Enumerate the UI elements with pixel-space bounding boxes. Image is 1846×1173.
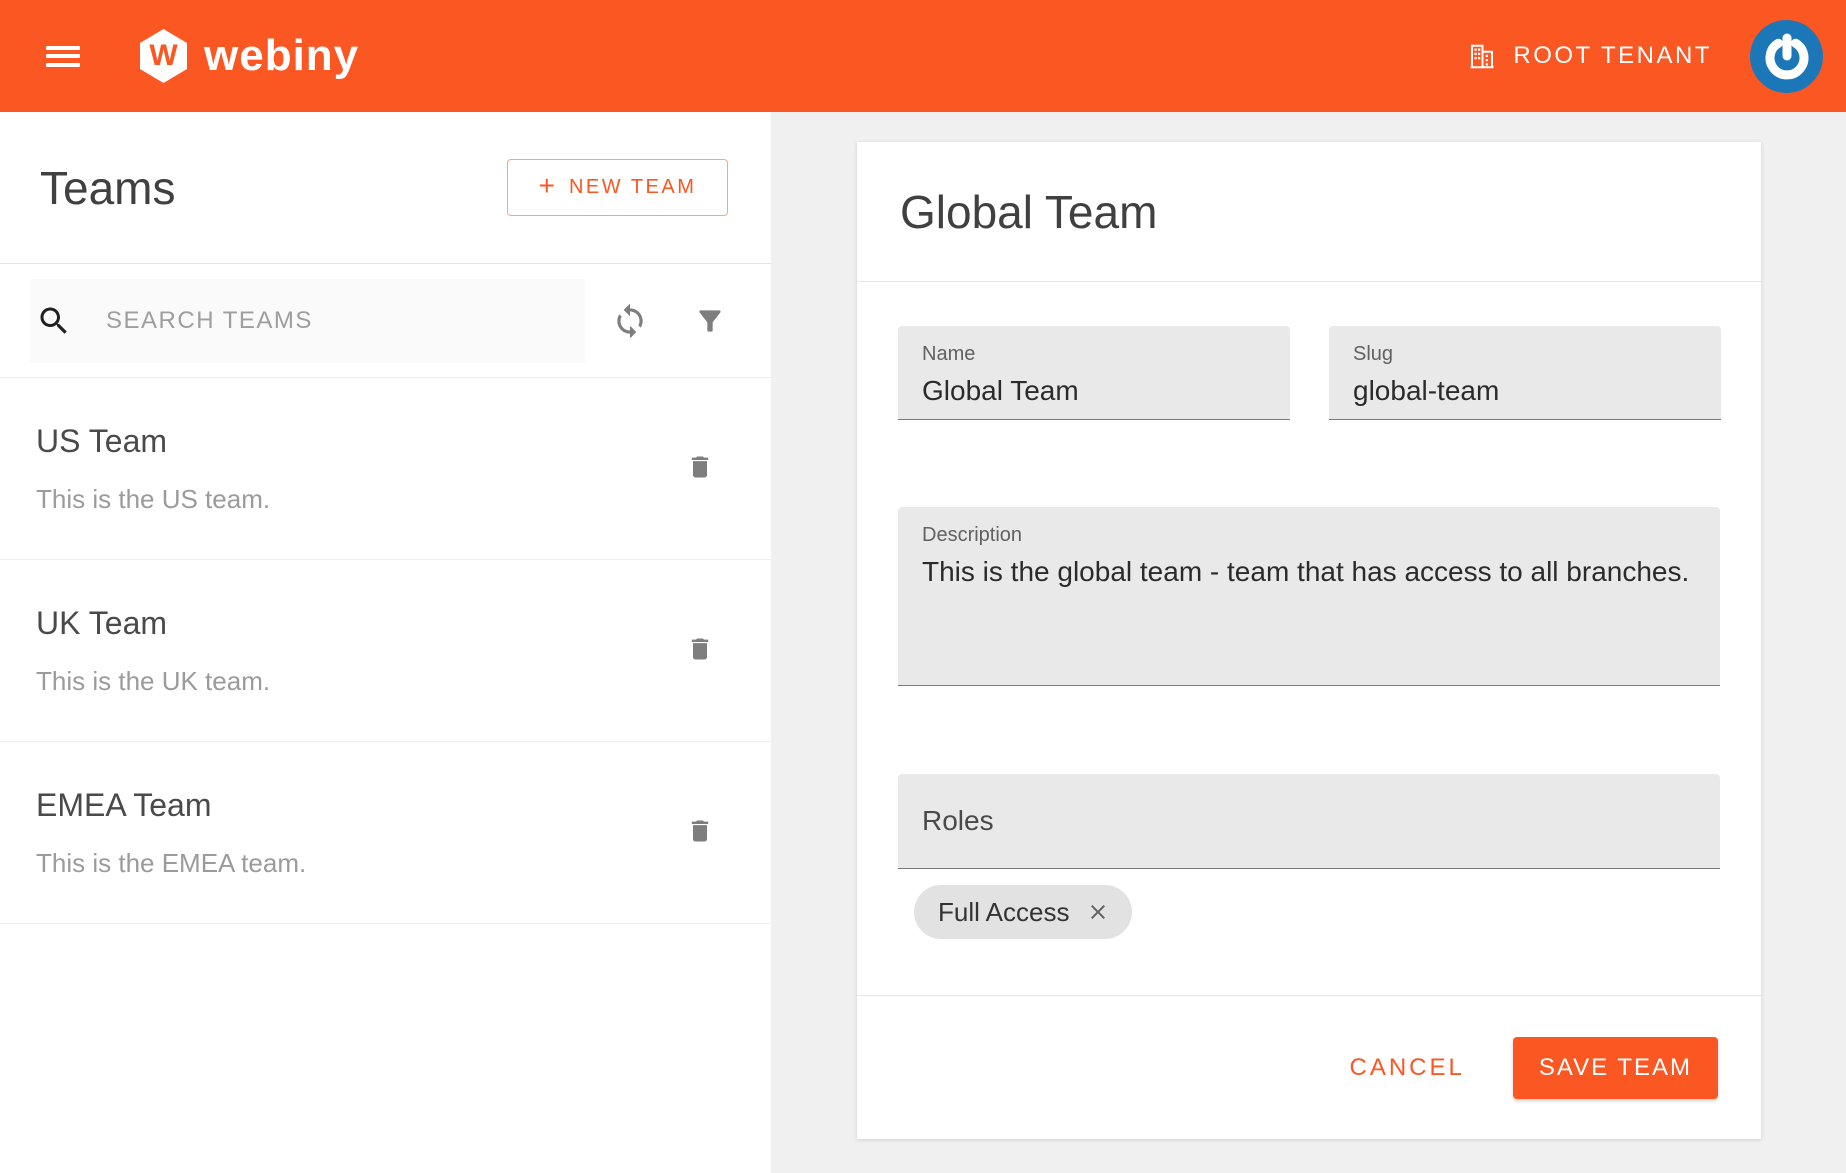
roles-field[interactable]: Roles [898, 774, 1720, 869]
delete-team-button[interactable] [680, 808, 720, 857]
search-input[interactable] [30, 279, 585, 363]
new-team-button[interactable]: + NEW TEAM [507, 159, 728, 216]
trash-icon [686, 814, 714, 848]
top-app-bar: W webiny ROOT TENANT [0, 0, 1846, 112]
save-team-button[interactable]: SAVE TEAM [1513, 1037, 1718, 1099]
team-item-text: UK Team This is the UK team. [36, 605, 680, 697]
slug-field-label: Slug [1353, 343, 1697, 366]
webiny-hexagon-letter: W [149, 39, 177, 73]
close-icon [1086, 900, 1110, 924]
team-list: US Team This is the US team. UK Team Thi… [0, 378, 771, 924]
team-description: This is the US team. [36, 484, 680, 515]
team-item-text: US Team This is the US team. [36, 423, 680, 515]
refresh-button[interactable] [606, 297, 654, 345]
team-item-text: EMEA Team This is the EMEA team. [36, 787, 680, 879]
role-chip-full-access[interactable]: Full Access [914, 885, 1132, 939]
slug-field-value: global-team [1353, 375, 1697, 407]
filter-icon [694, 305, 726, 337]
description-field[interactable]: Description This is the global team - te… [898, 507, 1720, 686]
description-field-label: Description [922, 524, 1696, 547]
team-name: EMEA Team [36, 787, 680, 824]
refresh-icon [611, 302, 649, 340]
delete-team-button[interactable] [680, 444, 720, 493]
name-field-label: Name [922, 343, 1266, 366]
slug-field[interactable]: Slug global-team [1329, 326, 1721, 420]
team-form-card: Global Team Name Global Team Slug global… [857, 142, 1761, 1139]
tenant-label: ROOT TENANT [1513, 42, 1712, 70]
teams-list-panel: Teams + NEW TEAM US Team This is the US … [0, 112, 771, 1173]
tenant-selector[interactable]: ROOT TENANT [1467, 41, 1712, 71]
name-field-value: Global Team [922, 375, 1266, 407]
remove-role-button[interactable] [1086, 900, 1110, 924]
webiny-logo: W webiny [140, 29, 359, 83]
name-field[interactable]: Name Global Team [898, 326, 1290, 420]
trash-icon [686, 632, 714, 666]
page-title: Teams [40, 161, 175, 215]
team-name: UK Team [36, 605, 680, 642]
delete-team-button[interactable] [680, 626, 720, 675]
form-actions: CANCEL SAVE TEAM [857, 995, 1761, 1139]
description-field-value: This is the global team - team that has … [922, 556, 1696, 588]
role-chip-label: Full Access [938, 897, 1070, 928]
trash-icon [686, 450, 714, 484]
roles-field-label: Roles [922, 805, 994, 837]
menu-hamburger-icon[interactable] [46, 46, 80, 67]
team-description: This is the EMEA team. [36, 848, 680, 879]
plus-icon: + [539, 170, 555, 202]
team-form-header: Global Team [857, 142, 1761, 282]
power-avatar-icon [1761, 30, 1813, 82]
team-list-item-uk[interactable]: UK Team This is the UK team. [0, 560, 771, 742]
building-icon [1467, 41, 1497, 71]
team-details-panel: Global Team Name Global Team Slug global… [771, 112, 1846, 1173]
new-team-button-label: NEW TEAM [569, 176, 696, 199]
user-avatar[interactable] [1750, 20, 1823, 93]
team-description: This is the UK team. [36, 666, 680, 697]
team-list-item-emea[interactable]: EMEA Team This is the EMEA team. [0, 742, 771, 924]
filter-button[interactable] [686, 297, 734, 345]
cancel-button[interactable]: CANCEL [1349, 1054, 1464, 1082]
team-list-item-us[interactable]: US Team This is the US team. [0, 378, 771, 560]
teams-search-bar [0, 264, 771, 378]
webiny-wordmark: webiny [204, 34, 359, 78]
team-name: US Team [36, 423, 680, 460]
team-form-title: Global Team [900, 185, 1157, 239]
webiny-hexagon-icon: W [140, 29, 187, 83]
teams-panel-header: Teams + NEW TEAM [0, 112, 771, 264]
